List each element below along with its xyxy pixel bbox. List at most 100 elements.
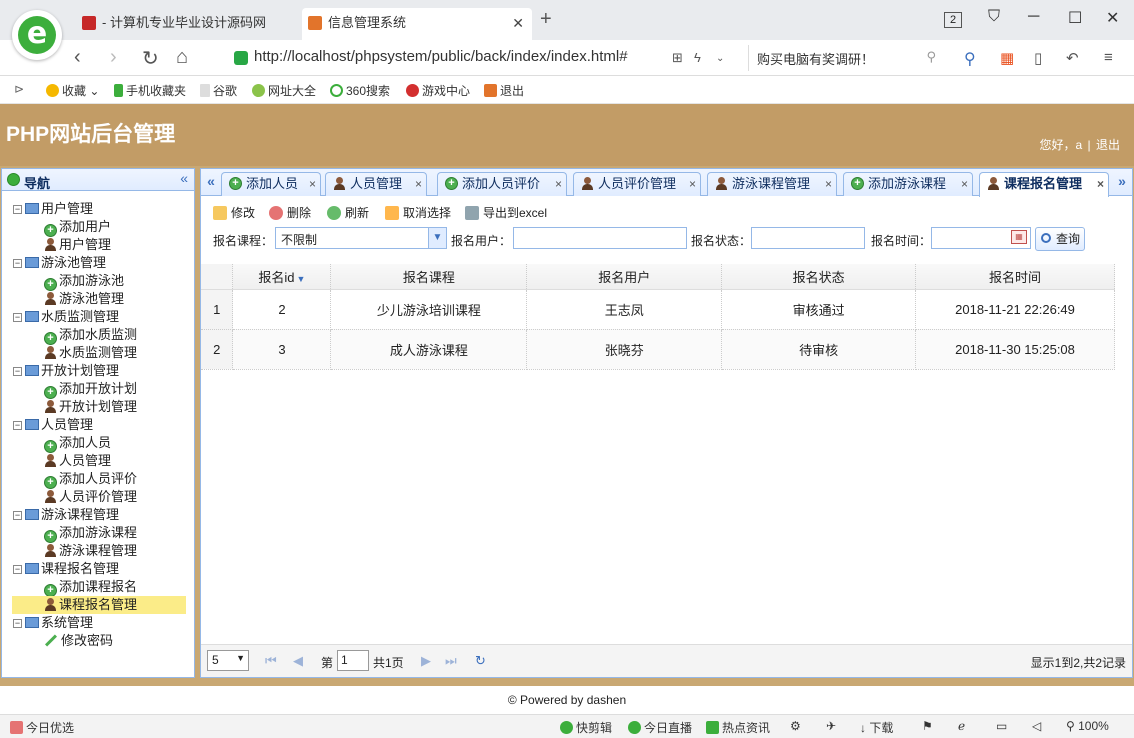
magnifier-icon[interactable]: ⚲ <box>964 49 976 69</box>
tree-group-users[interactable]: − 用户管理 <box>2 200 194 218</box>
chevron-down-icon[interactable]: ▼ <box>236 653 245 663</box>
grid-icon[interactable]: ⊞ <box>672 50 683 66</box>
cancel-select-button[interactable]: 取消选择 <box>385 204 451 221</box>
tab-count-badge[interactable]: 2 <box>944 12 962 28</box>
tree-item-add-staff-review[interactable]: + 添加人员评价 <box>2 470 194 489</box>
browser-search-field[interactable]: 购买电脑有奖调研！ ⚲ <box>748 45 944 71</box>
tree-item-staff-review-manage[interactable]: 人员评价管理 <box>2 488 194 506</box>
lightning-icon[interactable]: ϟ <box>694 50 701 65</box>
chevron-down-icon[interactable]: ⌄ <box>716 53 724 64</box>
close-window-icon[interactable]: ✕ <box>1106 8 1119 28</box>
tab-add-staff[interactable]: + 添加人员 × <box>221 172 321 196</box>
last-page-icon[interactable]: ⏭ <box>445 653 457 669</box>
column-header-status[interactable]: 报名状态 <box>721 264 917 290</box>
collapse-icon[interactable]: « <box>180 170 188 186</box>
minimize-icon[interactable]: ─ <box>1028 8 1039 26</box>
tree-group-enrollment[interactable]: − 课程报名管理 <box>2 560 194 578</box>
time-filter-input[interactable]: ▦ <box>931 227 1031 249</box>
collapse-toggle-icon[interactable]: − <box>13 565 22 574</box>
bookmark-exit[interactable]: 退出 <box>484 82 524 99</box>
edit-button[interactable]: 修改 <box>213 204 255 221</box>
next-page-icon[interactable]: ▶ <box>421 653 431 669</box>
column-header-course[interactable]: 报名课程 <box>330 264 528 290</box>
tab-enrollment-manage[interactable]: 课程报名管理 × <box>979 172 1109 197</box>
calendar-icon[interactable]: ▦ <box>1011 230 1027 244</box>
prev-page-icon[interactable]: ◀ <box>293 653 303 669</box>
undo-icon[interactable]: ↶ <box>1066 49 1079 67</box>
tree-group-system[interactable]: − 系统管理 <box>2 614 194 632</box>
tree-item-open-plan-manage[interactable]: 开放计划管理 <box>2 398 194 416</box>
tree-item-add-pool[interactable]: + 添加游泳池 <box>2 272 194 291</box>
collapse-toggle-icon[interactable]: − <box>13 619 22 628</box>
user-filter-input[interactable] <box>513 227 687 249</box>
tree-item-add-staff[interactable]: + 添加人员 <box>2 434 194 453</box>
tab-staff-manage[interactable]: 人员管理 × <box>325 172 427 196</box>
search-suggestion[interactable]: 购买电脑有奖调研！ <box>757 49 874 68</box>
tree-group-water-quality[interactable]: − 水质监测管理 <box>2 308 194 326</box>
tab-add-staff-review[interactable]: + 添加人员评价 × <box>437 172 567 196</box>
tree-item-user-manage[interactable]: 用户管理 <box>2 236 194 254</box>
table-row[interactable]: 2 3 成人游泳课程 张晓芬 待审核 2018-11-30 15:25:08 <box>201 329 1115 370</box>
tab-staff-review-manage[interactable]: 人员评价管理 × <box>573 172 701 196</box>
query-button[interactable]: 查询 <box>1035 227 1085 251</box>
bookmark-mobile[interactable]: 手机收藏夹 <box>114 82 186 99</box>
status-download[interactable]: ↓ 下载 <box>860 719 893 736</box>
tree-group-courses[interactable]: − 游泳课程管理 <box>2 506 194 524</box>
menu-icon[interactable]: ≡ <box>1104 49 1113 66</box>
bookmark-360search[interactable]: 360搜索 <box>330 82 390 99</box>
export-excel-button[interactable]: 导出到excel <box>465 204 547 221</box>
delete-button[interactable]: 删除 <box>269 204 311 221</box>
column-header-time[interactable]: 报名时间 <box>915 264 1115 290</box>
url-text[interactable]: http://localhost/phpsystem/public/back/i… <box>254 48 628 65</box>
refresh-button[interactable]: 刷新 <box>327 204 369 221</box>
status-filter-input[interactable] <box>751 227 865 249</box>
url-field[interactable]: http://localhost/phpsystem/public/back/i… <box>228 45 742 71</box>
collapse-toggle-icon[interactable]: − <box>13 205 22 214</box>
close-tab-icon[interactable]: × <box>1097 173 1104 195</box>
close-tab-icon[interactable]: ✕ <box>512 8 524 38</box>
collapse-toggle-icon[interactable]: − <box>13 421 22 430</box>
close-tab-icon[interactable]: × <box>555 173 562 195</box>
collapse-toggle-icon[interactable]: − <box>13 259 22 268</box>
logout-link[interactable]: 退出 <box>1096 138 1120 152</box>
back-icon[interactable]: ‹ <box>74 46 81 69</box>
status-screen-icon[interactable]: ▭ <box>996 719 1007 733</box>
column-header-user[interactable]: 报名用户 <box>526 264 723 290</box>
close-tab-icon[interactable]: × <box>825 173 832 195</box>
tree-item-water-quality-manage[interactable]: 水质监测管理 <box>2 344 194 362</box>
status-quick-clip[interactable]: 快剪辑 <box>560 719 612 736</box>
tree-item-enrollment-manage[interactable]: 课程报名管理 <box>12 596 186 614</box>
status-zoom[interactable]: ⚲ 100% <box>1066 719 1109 733</box>
bookmark-games[interactable]: 游戏中心 <box>406 82 470 99</box>
tree-item-add-enrollment[interactable]: + 添加课程报名 <box>2 578 194 597</box>
browser-tab-info-system[interactable]: 信息管理系统 ✕ <box>302 8 532 40</box>
status-live[interactable]: 今日直播 <box>628 719 692 736</box>
sort-desc-icon[interactable]: ▼ <box>297 274 306 284</box>
collapse-toggle-icon[interactable]: − <box>13 511 22 520</box>
today-picks[interactable]: 今日优选 <box>10 719 74 736</box>
new-tab-icon[interactable]: + <box>540 8 552 31</box>
apps-icon[interactable]: ▦ <box>1000 49 1014 67</box>
tree-group-open-plan[interactable]: − 开放计划管理 <box>2 362 194 380</box>
tree-item-add-water-quality[interactable]: + 添加水质监测 <box>2 326 194 345</box>
tree-item-change-password[interactable]: 修改密码 <box>2 632 194 650</box>
browser-tab-source-site[interactable]: - 计算机专业毕业设计源码网 <box>76 8 298 40</box>
tab-course-manage[interactable]: 游泳课程管理 × <box>707 172 837 196</box>
bookmark-favorites[interactable]: 收藏 ⌄ <box>46 82 99 99</box>
tree-group-staff[interactable]: − 人员管理 <box>2 416 194 434</box>
collapse-toggle-icon[interactable]: − <box>13 313 22 322</box>
collapse-toggle-icon[interactable]: − <box>13 367 22 376</box>
reload-icon[interactable]: ↻ <box>142 46 159 71</box>
maximize-icon[interactable]: ☐ <box>1068 8 1082 28</box>
close-tab-icon[interactable]: × <box>961 173 968 195</box>
tree-item-pool-manage[interactable]: 游泳池管理 <box>2 290 194 308</box>
page-number-input[interactable]: 1 <box>337 650 369 671</box>
status-pin-icon[interactable]: ✈ <box>826 719 836 733</box>
tablet-icon[interactable]: ▯ <box>1034 49 1042 67</box>
shirt-icon[interactable]: ⛉ <box>988 8 1000 26</box>
status-volume-icon[interactable]: ◁ <box>1032 719 1041 733</box>
forward-icon[interactable]: › <box>110 46 117 69</box>
tab-add-course[interactable]: + 添加游泳课程 × <box>843 172 973 196</box>
tree-item-course-manage[interactable]: 游泳课程管理 <box>2 542 194 560</box>
page-size-select[interactable]: 5 ▼ <box>207 650 249 671</box>
